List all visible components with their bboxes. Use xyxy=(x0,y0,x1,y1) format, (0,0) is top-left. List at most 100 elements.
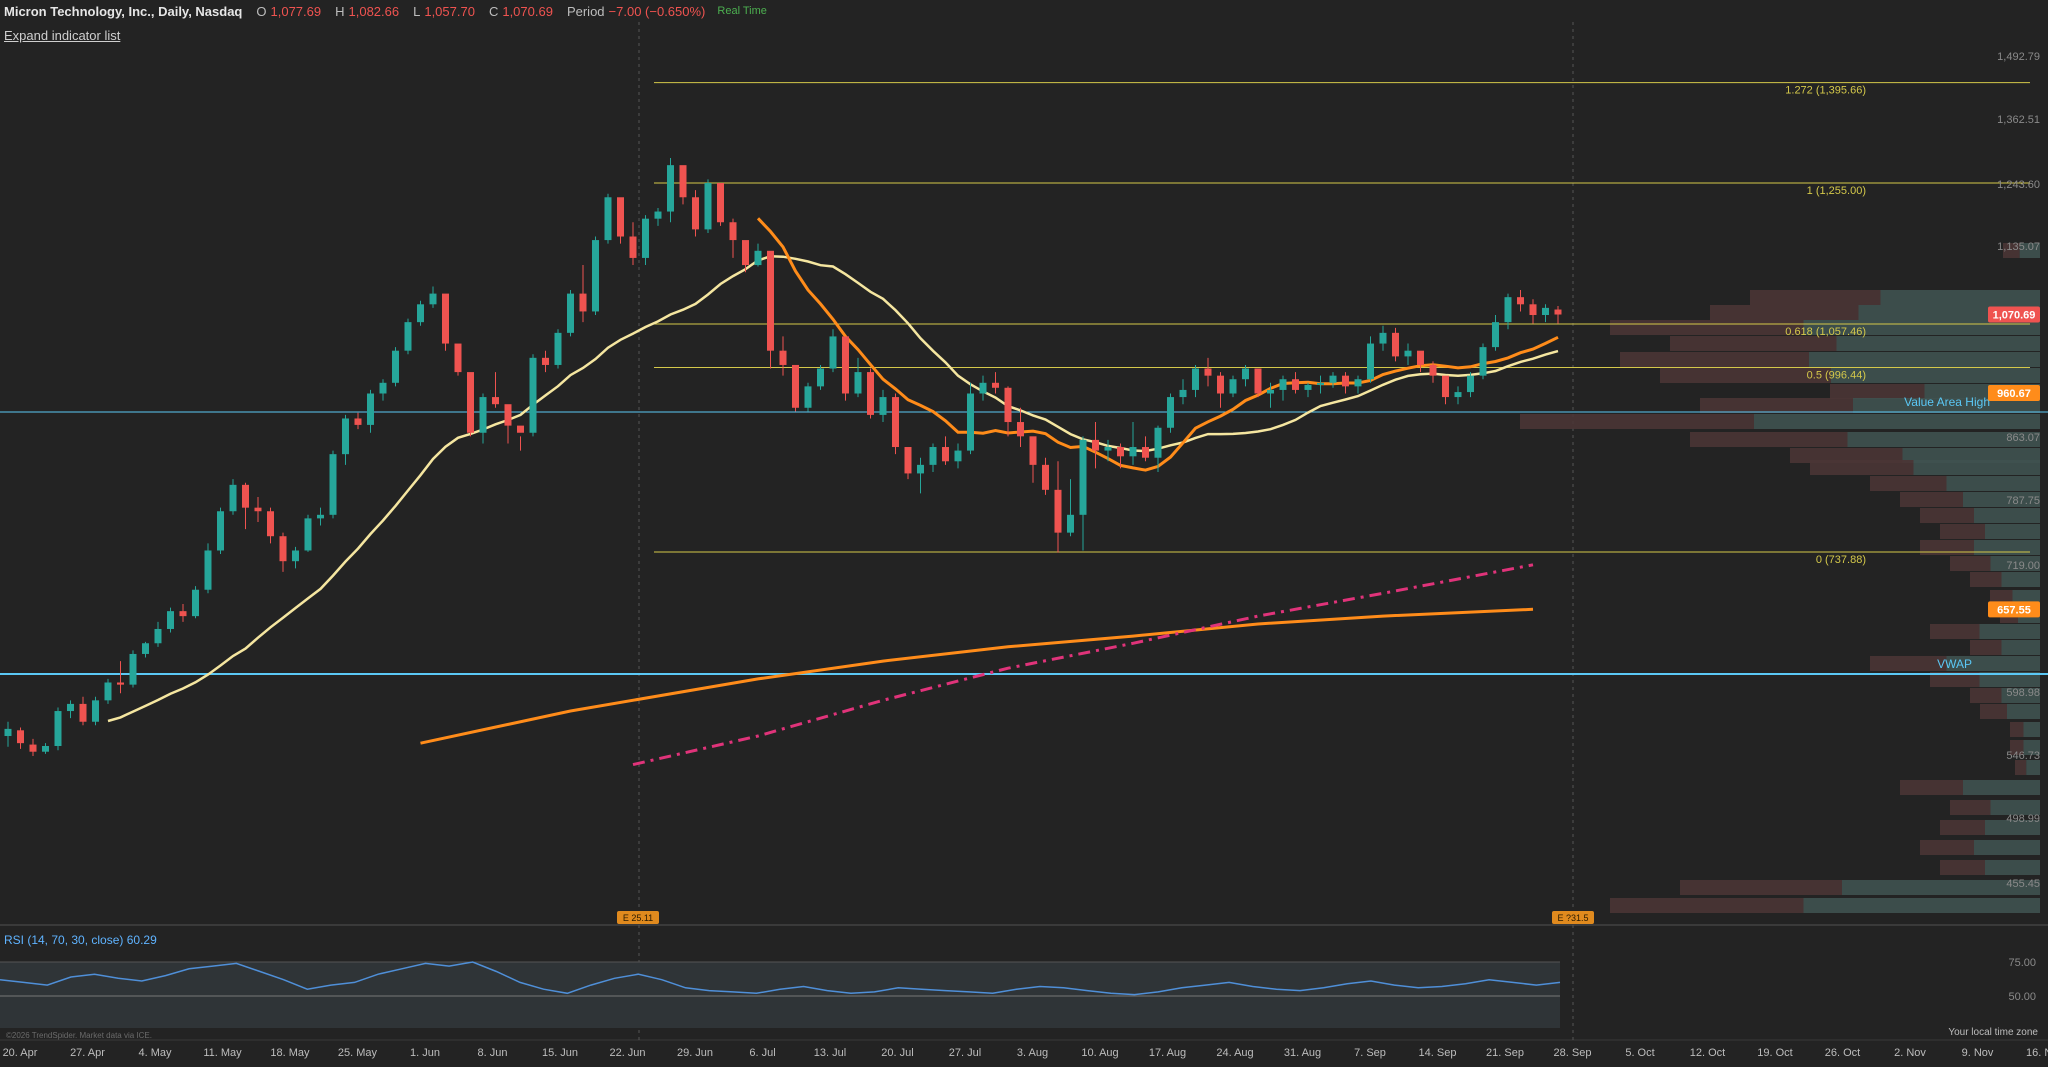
price-axis-tick: 1,135.07 xyxy=(1997,241,2040,253)
candle-body xyxy=(504,404,512,426)
candle-body xyxy=(842,336,849,394)
time-axis-tick: 27. Apr xyxy=(70,1047,105,1059)
volume-profile-bar xyxy=(1940,860,1985,875)
candle-body xyxy=(1067,514,1074,533)
candle-body xyxy=(742,240,749,266)
candle-body xyxy=(729,222,737,241)
volume-profile-bar xyxy=(1900,492,1963,507)
volume-profile-bar xyxy=(1974,540,2040,555)
candle-body xyxy=(592,240,599,312)
candle-body xyxy=(792,364,799,408)
time-axis-tick: 22. Jun xyxy=(609,1047,645,1059)
volume-profile-bar xyxy=(1690,432,1848,447)
candle-body xyxy=(17,730,24,744)
candle-body xyxy=(1129,447,1137,457)
candle-body xyxy=(1292,379,1299,390)
volume-profile-bar xyxy=(1900,780,1963,795)
candle-body xyxy=(942,447,949,462)
volume-profile-bar xyxy=(1920,540,1974,555)
candle-body xyxy=(579,293,587,312)
volume-profile-bar xyxy=(1946,476,2040,491)
volume-profile-bar xyxy=(1980,704,2007,719)
candle-body xyxy=(29,744,37,752)
candle-body xyxy=(1054,489,1062,533)
candle-body xyxy=(354,418,362,425)
candle-body xyxy=(442,293,449,344)
time-axis-tick: 27. Jul xyxy=(949,1047,981,1059)
time-axis-tick: 25. May xyxy=(338,1047,378,1059)
candle-body xyxy=(1042,464,1049,490)
candle-body xyxy=(329,454,337,515)
candle-body xyxy=(317,514,324,519)
volume-profile-bar xyxy=(1970,572,2002,587)
candle-body xyxy=(1092,439,1099,451)
candle-body xyxy=(1367,343,1374,380)
candle-body xyxy=(1029,436,1037,465)
candle-body xyxy=(1454,392,1462,398)
time-axis-tick: 13. Jul xyxy=(814,1047,846,1059)
time-axis-tick: 26. Oct xyxy=(1825,1047,1860,1059)
volume-profile-bar xyxy=(1680,880,1842,895)
candle-body xyxy=(192,589,199,617)
candle-body xyxy=(829,336,837,369)
time-axis-tick: 9. Nov xyxy=(1962,1047,1994,1059)
candle-body xyxy=(67,703,74,712)
time-axis-tick: 11. May xyxy=(203,1047,242,1059)
candle-body xyxy=(892,397,899,448)
candle-body xyxy=(754,250,762,266)
price-tag-label: 960.67 xyxy=(1997,388,2031,400)
rsi-axis-tick: 75.00 xyxy=(2008,957,2036,969)
candle-body xyxy=(1404,350,1412,357)
time-axis-tick: 6. Jul xyxy=(749,1047,775,1059)
candle-body xyxy=(1254,368,1262,394)
time-axis-tick: 19. Oct xyxy=(1757,1047,1792,1059)
candle-body xyxy=(1354,379,1362,387)
candle-body xyxy=(642,218,649,258)
candle-body xyxy=(854,372,862,394)
time-axis-tick: 12. Oct xyxy=(1690,1047,1725,1059)
time-axis-tick: 3. Aug xyxy=(1017,1047,1048,1059)
fib-label-4: 0 (737.88) xyxy=(1816,554,1866,566)
earnings-tag-label: E 25.11 xyxy=(623,913,653,923)
candle-body xyxy=(392,350,399,383)
candle-body xyxy=(554,332,562,365)
volume-profile-bar xyxy=(2001,640,2040,655)
time-axis-tick: 29. Jun xyxy=(677,1047,713,1059)
candle-body xyxy=(1342,375,1349,387)
candle-body xyxy=(1154,427,1162,458)
price-chart[interactable]: Value Area High VWAP 1.272 (1,395.66) 1 (1,… xyxy=(0,0,2048,1067)
candle-body xyxy=(92,700,99,722)
volume-profile-bar xyxy=(1930,624,1980,639)
price-axis-tick: 546.73 xyxy=(2006,750,2040,762)
time-axis-tick: 31. Aug xyxy=(1284,1047,1321,1059)
candle-body xyxy=(1554,309,1562,315)
candle-body xyxy=(217,511,224,551)
candle-body xyxy=(1279,379,1287,390)
candle-body xyxy=(667,165,674,212)
timezone-label[interactable]: Your local time zone xyxy=(1948,1027,2038,1038)
candle-body xyxy=(679,165,687,198)
candle-body xyxy=(292,550,299,562)
volume-profile-bar xyxy=(1913,460,2040,475)
candle-body xyxy=(979,382,987,394)
copyright-footnote: ©2026 TrendSpider. Market data via ICE. xyxy=(6,1031,152,1040)
volume-profile-bar xyxy=(1754,414,2040,429)
volume-profile-bar xyxy=(2015,760,2027,775)
candle-body xyxy=(817,368,824,387)
sma-20-line xyxy=(107,255,1559,723)
volume-profile-bar xyxy=(1870,476,1947,491)
volume-profile-bar xyxy=(1620,352,1809,367)
candle-body xyxy=(1142,447,1149,458)
volume-profile-bar xyxy=(1610,898,1804,913)
candle-body xyxy=(367,393,374,425)
fib-label-2: 0.618 (1,057.46) xyxy=(1785,326,1866,338)
candle-body xyxy=(917,464,924,474)
candle-body xyxy=(1504,297,1512,323)
time-axis-tick: 14. Sep xyxy=(1419,1047,1457,1059)
candle-body xyxy=(379,382,387,394)
time-axis-tick: 20. Apr xyxy=(3,1047,38,1059)
volume-profile-bar xyxy=(2026,760,2040,775)
candle-body xyxy=(1192,368,1199,390)
volume-profile-bar xyxy=(1985,524,2040,539)
candle-body xyxy=(54,711,62,747)
